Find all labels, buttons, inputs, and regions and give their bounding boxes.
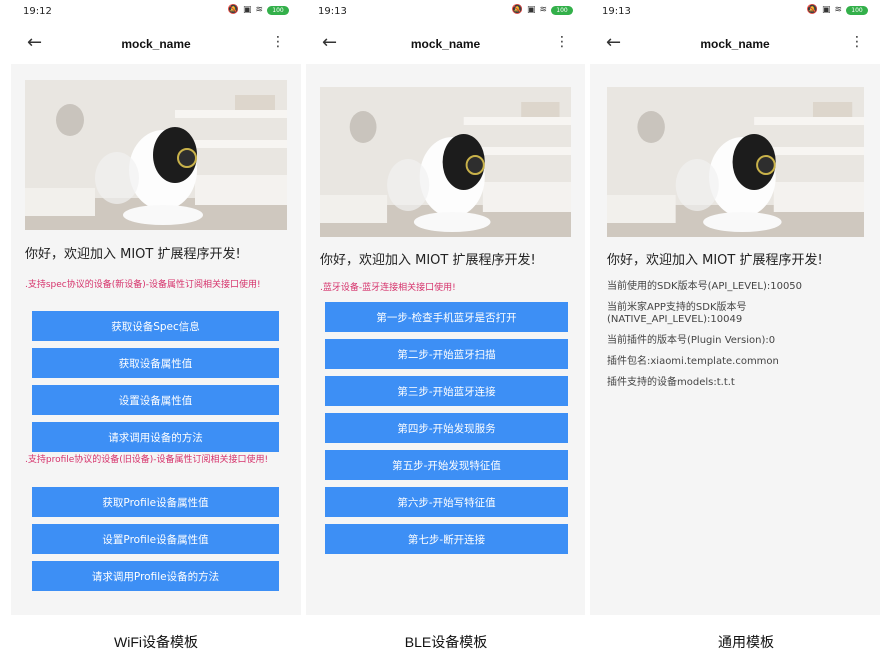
status-bar: 19:13 🔕 ▣ ≋ 100 [590,0,880,24]
set-property-button[interactable]: 设置设备属性值 [32,385,279,415]
more-menu-icon[interactable]: ⋮ [850,34,864,50]
general-template-screen: 19:13 🔕 ▣ ≋ 100 ← mock_name ⋮ 你好，欢迎加入 MI… [590,0,880,615]
screen-icon: ▣ [821,5,831,15]
step3-connect-button[interactable]: 第三步-开始蓝牙连接 [325,376,568,406]
camera-banner-image [320,87,571,237]
wifi-icon: ≋ [539,5,547,15]
general-template-caption: 通用模板 [718,634,774,650]
battery-icon: 100 [551,5,573,15]
welcome-text: 你好，欢迎加入 MIOT 扩展程序开发! [320,253,536,268]
page-title: mock_name [700,37,770,51]
status-time: 19:12 [23,6,52,17]
mute-icon: 🔕 [511,5,523,15]
step6-write-characteristic-button[interactable]: 第六步-开始写特征值 [325,487,568,517]
status-time: 19:13 [602,6,631,17]
screen-icon: ▣ [526,5,536,15]
status-bar: 19:13 🔕 ▣ ≋ 100 [306,0,585,24]
battery-icon: 100 [846,5,868,15]
plugin-package-text: 插件包名:xiaomi.template.common [607,356,779,367]
wifi-template-screen: 19:12 🔕 ▣ ≋ 100 ← mock_name ⋮ 你好，欢迎加入 MI… [11,0,301,615]
profile-note: .支持profile协议的设备(旧设备)-设备属性订阅相关接口使用! [25,455,269,465]
get-profile-property-button[interactable]: 获取Profile设备属性值 [32,487,279,517]
screen-icon: ▣ [242,5,252,15]
wifi-icon: ≋ [255,5,263,15]
ble-note: .蓝牙设备-蓝牙连接相关接口使用! [320,283,456,293]
nav-bar: ← mock_name ⋮ [590,24,880,64]
set-profile-property-button[interactable]: 设置Profile设备属性值 [32,524,279,554]
step7-disconnect-button[interactable]: 第七步-断开连接 [325,524,568,554]
ble-template-caption: BLE设备模板 [404,634,488,650]
wifi-template-caption: WiFi设备模板 [114,634,198,650]
more-menu-icon[interactable]: ⋮ [271,34,285,50]
page-title: mock_name [121,37,191,51]
ble-template-screen: 19:13 🔕 ▣ ≋ 100 ← mock_name ⋮ 你好，欢迎加入 MI… [306,0,585,615]
welcome-text: 你好，欢迎加入 MIOT 扩展程序开发! [607,253,823,268]
get-spec-button[interactable]: 获取设备Spec信息 [32,311,279,341]
plugin-version-text: 当前插件的版本号(Plugin Version):0 [607,335,776,346]
status-time: 19:13 [318,6,347,17]
welcome-text: 你好，欢迎加入 MIOT 扩展程序开发! [25,247,241,262]
mute-icon: 🔕 [806,5,818,15]
call-method-button[interactable]: 请求调用设备的方法 [32,422,279,452]
step4-discover-services-button[interactable]: 第四步-开始发现服务 [325,413,568,443]
step2-scan-button[interactable]: 第二步-开始蓝牙扫描 [325,339,568,369]
wifi-icon: ≋ [834,5,842,15]
battery-icon: 100 [267,5,289,15]
mute-icon: 🔕 [227,5,239,15]
nav-bar: ← mock_name ⋮ [11,24,301,64]
status-bar: 19:12 🔕 ▣ ≋ 100 [11,0,301,24]
nav-bar: ← mock_name ⋮ [306,24,585,64]
call-profile-method-button[interactable]: 请求调用Profile设备的方法 [32,561,279,591]
step1-check-bluetooth-button[interactable]: 第一步-检查手机蓝牙是否打开 [325,302,568,332]
camera-banner-image [25,80,287,230]
plugin-models-text: 插件支持的设备models:t.t.t [607,377,735,388]
page-title: mock_name [410,37,481,51]
camera-banner-image [607,87,864,237]
more-menu-icon[interactable]: ⋮ [555,34,569,50]
spec-note: .支持spec协议的设备(新设备)-设备属性订阅相关接口使用! [25,280,261,290]
native-api-level-text: 当前米家APP支持的SDK版本号(NATIVE_API_LEVEL):10049 [607,302,747,325]
get-property-button[interactable]: 获取设备属性值 [32,348,279,378]
step5-discover-characteristics-button[interactable]: 第五步-开始发现特征值 [325,450,568,480]
sdk-api-level-text: 当前使用的SDK版本号(API_LEVEL):10050 [607,281,803,292]
